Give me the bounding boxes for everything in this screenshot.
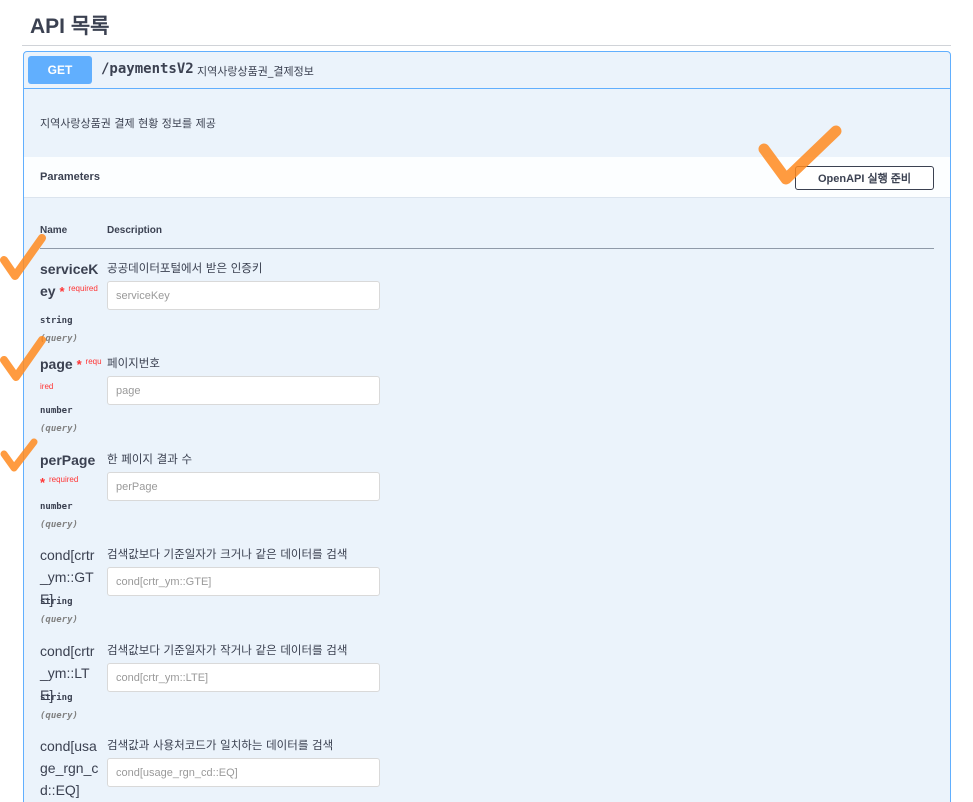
parameter-in: (query) <box>40 520 78 530</box>
opblock-summary[interactable]: GET /paymentsV2 지역사랑상품권_결제정보 <box>24 52 950 89</box>
method-badge[interactable]: GET <box>28 56 92 84</box>
endpoint-summary: 지역사랑상품권_결제정보 <box>197 65 314 78</box>
parameter-description: 페이지번호 <box>107 356 160 370</box>
parameter-description: 검색값보다 기준일자가 작거나 같은 데이터를 검색 <box>107 643 348 657</box>
parameter-row: cond[crtr_ym::LTE] string (query) 검색값보다 기준일… <box>24 640 950 734</box>
title-divider <box>22 45 951 46</box>
parameter-in: (query) <box>40 424 78 434</box>
parameter-description: 공공데이터포털에서 받은 인증키 <box>107 261 263 275</box>
parameter-name: perPage * required <box>40 449 102 496</box>
parameter-input[interactable] <box>107 663 380 692</box>
parameter-name: cond[usage_rgn_cd::EQ] <box>40 735 102 801</box>
parameter-type: string <box>40 316 73 326</box>
parameter-row: cond[usage_rgn_cd::EQ]string(query)검색값과 … <box>24 735 950 802</box>
parameter-description: 한 페이지 결과 수 <box>107 452 193 466</box>
parameter-input[interactable] <box>107 376 380 405</box>
parameter-type: number <box>40 406 73 416</box>
required-asterisk: * <box>40 475 46 490</box>
parameter-name-text: cond[usage_rgn_cd::EQ] <box>40 738 99 798</box>
parameter-row: cond[crtr_ym::GTE] string (query) 검색값보다 기준일… <box>24 544 950 638</box>
parameter-description: 검색값과 사용처코드가 일치하는 데이터를 검색 <box>107 738 334 752</box>
parameter-name-text: serviceKey <box>40 261 99 299</box>
parameter-type: string <box>40 597 73 607</box>
parameter-name: serviceKey * required <box>40 258 102 305</box>
parameter-row: serviceKey * required string (query) 공공데이터포… <box>24 258 950 352</box>
required-label: required <box>68 284 98 293</box>
required-label: required <box>48 475 79 484</box>
column-header-name: Name <box>40 225 68 236</box>
opblock-get: GET /paymentsV2 지역사랑상품권_결제정보 지역사랑상품권 결제 … <box>23 51 951 802</box>
column-header-description: Description <box>107 225 163 236</box>
parameter-row: page * required number (query) 페이지번호 <box>24 353 950 447</box>
parameter-description: 검색값보다 기준일자가 크거나 같은 데이터를 검색 <box>107 547 348 561</box>
operation-description: 지역사랑상품권 결제 현황 정보를 제공 <box>40 117 216 130</box>
parameter-row: perPage * required number (query) 한 페이지 결과 … <box>24 449 950 543</box>
parameter-input[interactable] <box>107 567 380 596</box>
table-header-divider <box>40 248 934 249</box>
parameter-type: number <box>40 502 73 512</box>
parameter-in: (query) <box>40 711 78 721</box>
parameter-name-text: page <box>40 356 73 372</box>
parameter-input[interactable] <box>107 758 380 787</box>
required-asterisk: * <box>76 357 82 372</box>
parameter-name: page * required <box>40 353 102 403</box>
try-it-out-button[interactable]: OpenAPI 실행 준비 <box>795 166 934 190</box>
parameter-in: (query) <box>40 615 78 625</box>
required-asterisk: * <box>59 284 65 299</box>
page-title: API 목록 <box>30 15 110 38</box>
parameters-header: Parameters OpenAPI 실행 준비 <box>24 157 950 198</box>
parameter-type: string <box>40 693 73 703</box>
endpoint-path[interactable]: /paymentsV2 <box>101 61 194 77</box>
parameter-input[interactable] <box>107 472 380 501</box>
parameter-in: (query) <box>40 334 78 344</box>
parameter-name-text: perPage <box>40 452 96 468</box>
parameter-input[interactable] <box>107 281 380 310</box>
parameters-title: Parameters <box>40 171 100 183</box>
